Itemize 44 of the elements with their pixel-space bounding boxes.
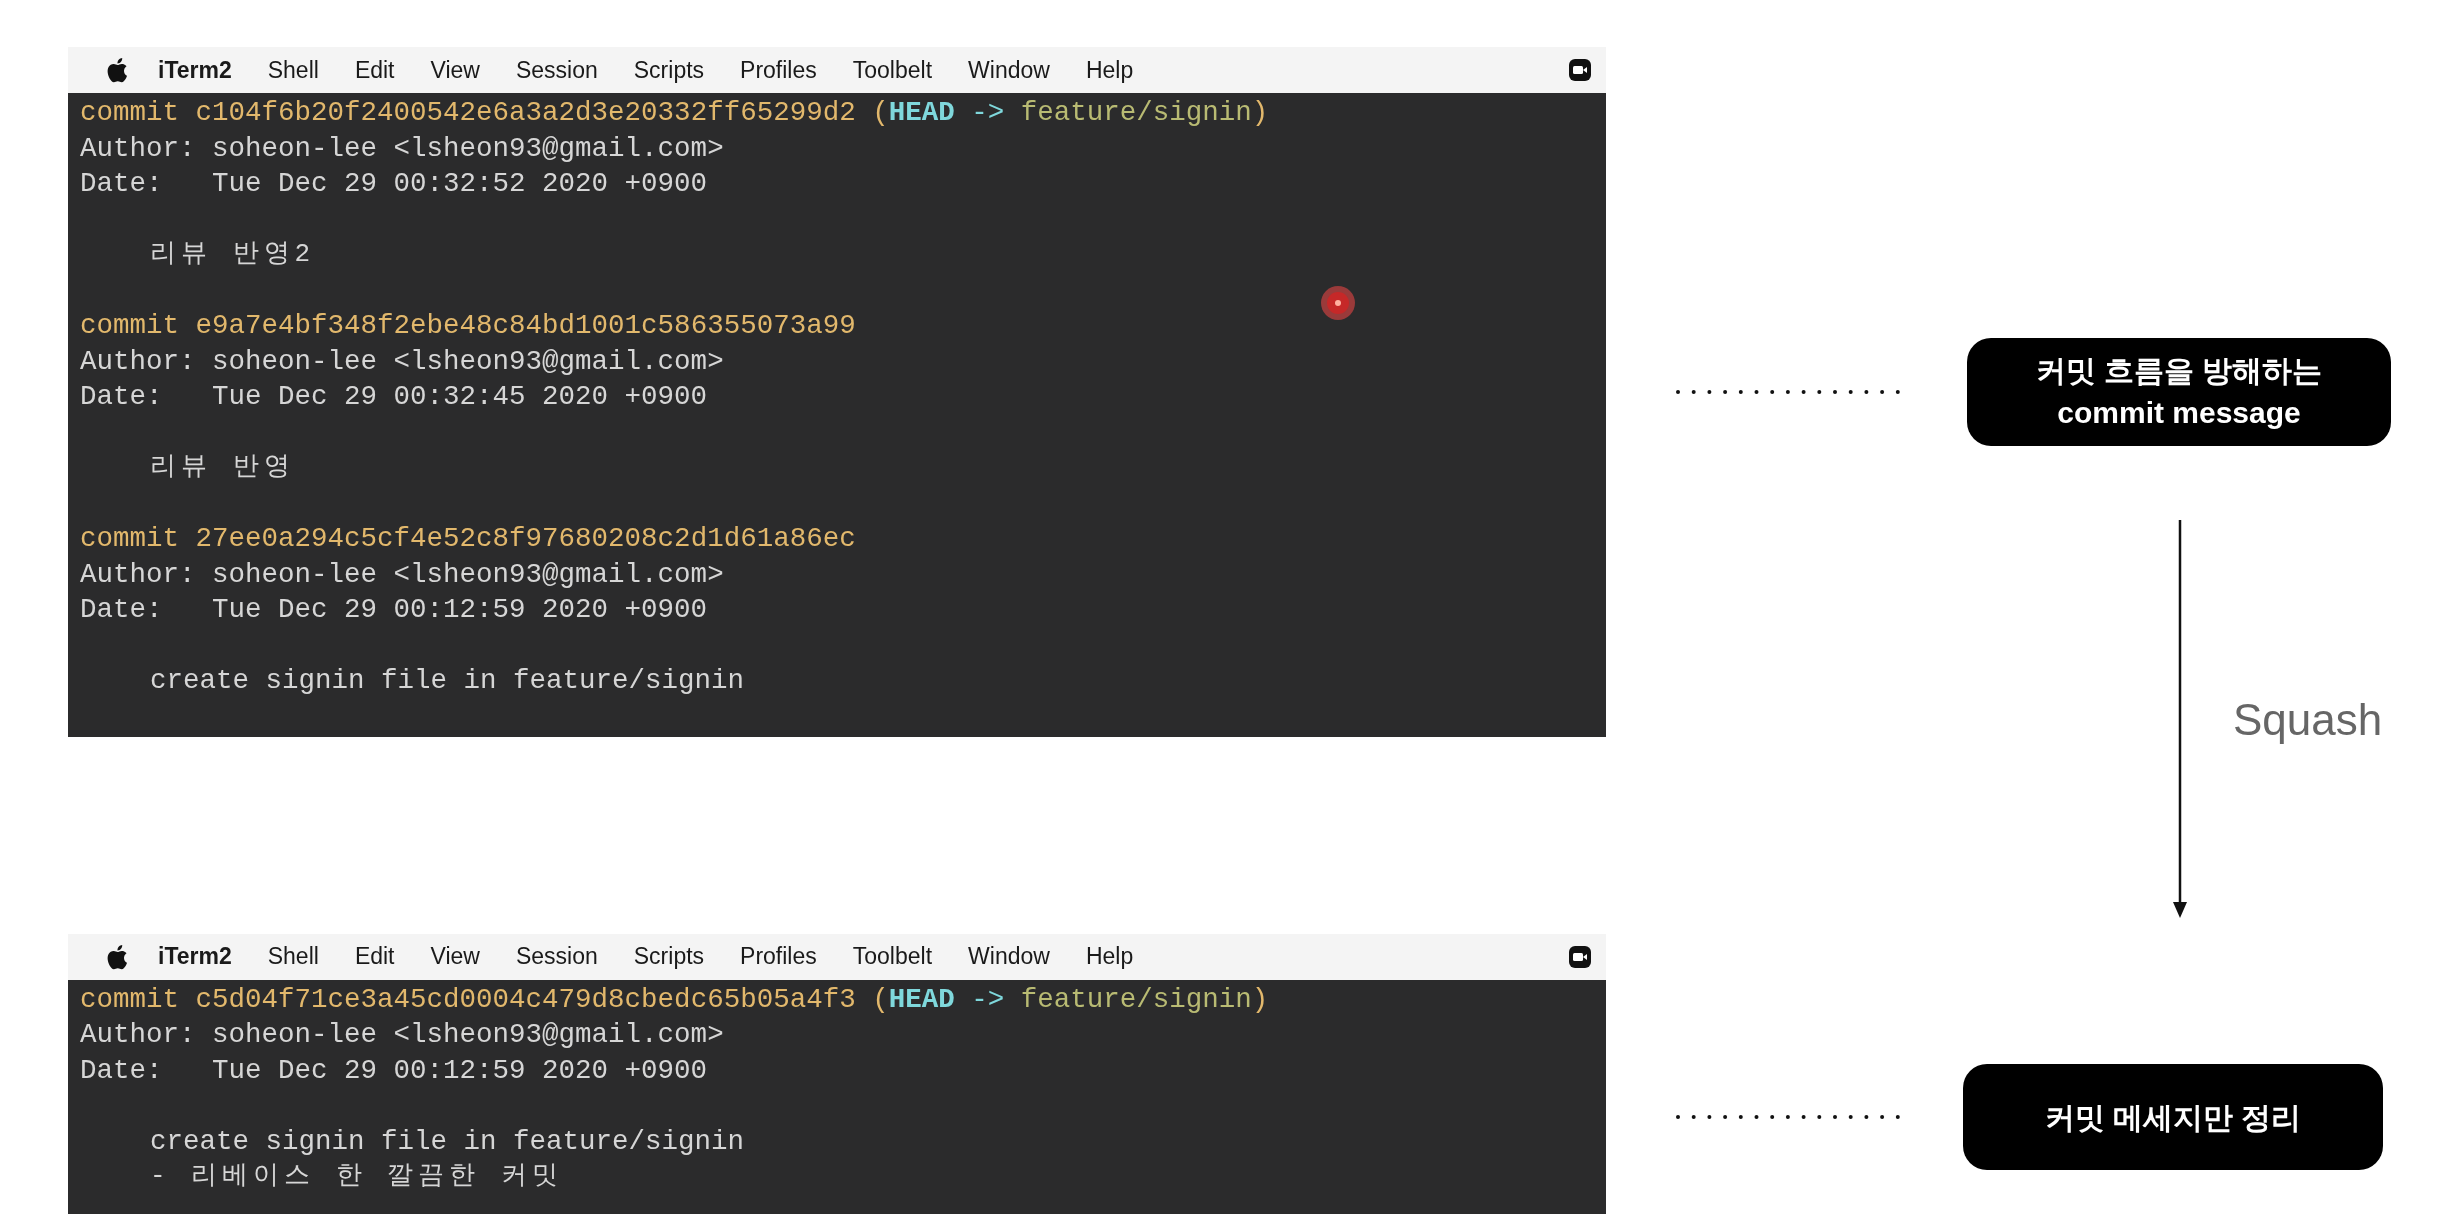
menu-item[interactable]: Scripts (633, 939, 705, 974)
apple-logo-icon[interactable] (106, 943, 128, 970)
menu-item[interactable]: Profiles (740, 939, 817, 974)
author-line: Author: soheon-lee <lsheon93@gmail.com> (80, 1018, 724, 1052)
date-line: Date: Tue Dec 29 00:12:59 2020 +0900 (80, 593, 708, 627)
menu-item[interactable]: Session (515, 52, 598, 88)
commit-message: create signin file in feature/signin (150, 664, 745, 698)
menu-item[interactable]: Scripts (633, 52, 705, 88)
menu-item[interactable]: Edit (354, 52, 395, 88)
menu-item[interactable]: Toolbelt (852, 52, 933, 88)
note-label: 커밋 메세지만 정리 (1963, 1064, 2383, 1170)
squash-label: Squash (2233, 694, 2383, 746)
author-line: Author: soheon-lee <lsheon93@gmail.com> (80, 131, 724, 166)
commit-message: - 리베이스 한 깔끔한 커밋 (150, 1160, 563, 1193)
menu-item[interactable]: Toolbelt (852, 939, 933, 974)
commit-message: 리뷰 반영 (150, 451, 295, 484)
menu-item[interactable]: Edit (354, 939, 395, 974)
date-line: Date: Tue Dec 29 00:32:52 2020 +0900 (80, 167, 708, 201)
apple-logo-icon[interactable] (106, 57, 128, 83)
commit-message: create signin file in feature/signin (150, 1124, 745, 1159)
author-line: Author: soheon-lee <lsheon93@gmail.com> (80, 344, 724, 379)
note-label: 커밋 흐름을 방해하는 commit message (1967, 338, 2391, 446)
menu-item[interactable]: Help (1085, 52, 1134, 88)
author-line: Author: soheon-lee <lsheon93@gmail.com> (80, 557, 724, 592)
commit-message: 리뷰 반영2 (150, 238, 316, 271)
commit-line: commit c104f6b20f2400542e6a3a2d3e20332ff65299d2 (HEAD -> feature/signin) (80, 96, 1269, 130)
menu-item[interactable]: Shell (267, 939, 319, 974)
menu-app-name[interactable]: iTerm2 (158, 939, 232, 974)
menu-item[interactable]: Session (515, 939, 598, 974)
menu-item[interactable]: Profiles (740, 52, 817, 88)
menu-item[interactable]: View (430, 52, 480, 88)
video-camera-icon[interactable] (1568, 58, 1592, 82)
menu-item[interactable]: Window (968, 939, 1050, 974)
date-line: Date: Tue Dec 29 00:32:45 2020 +0900 (80, 380, 708, 414)
menu-item[interactable]: Window (968, 52, 1050, 88)
commit-line: commit 27ee0a294c5cf4e52c8f97680208c2d1d61a86ec (80, 522, 856, 556)
menu-item[interactable]: Help (1085, 939, 1134, 974)
commit-line: commit c5d04f71ce3a45cd0004c479d8cbedc65b05a4f3 (HEAD -> feature/signin) (80, 982, 1269, 1017)
video-camera-icon[interactable] (1568, 944, 1592, 969)
menu-item[interactable]: View (430, 939, 480, 974)
menu-app-name[interactable]: iTerm2 (158, 52, 232, 88)
commit-line: commit e9a7e4bf348f2ebe48c84bd1001c586355073a99 (80, 309, 856, 343)
date-line: Date: Tue Dec 29 00:12:59 2020 +0900 (80, 1053, 708, 1088)
menu-item[interactable]: Shell (267, 52, 319, 88)
